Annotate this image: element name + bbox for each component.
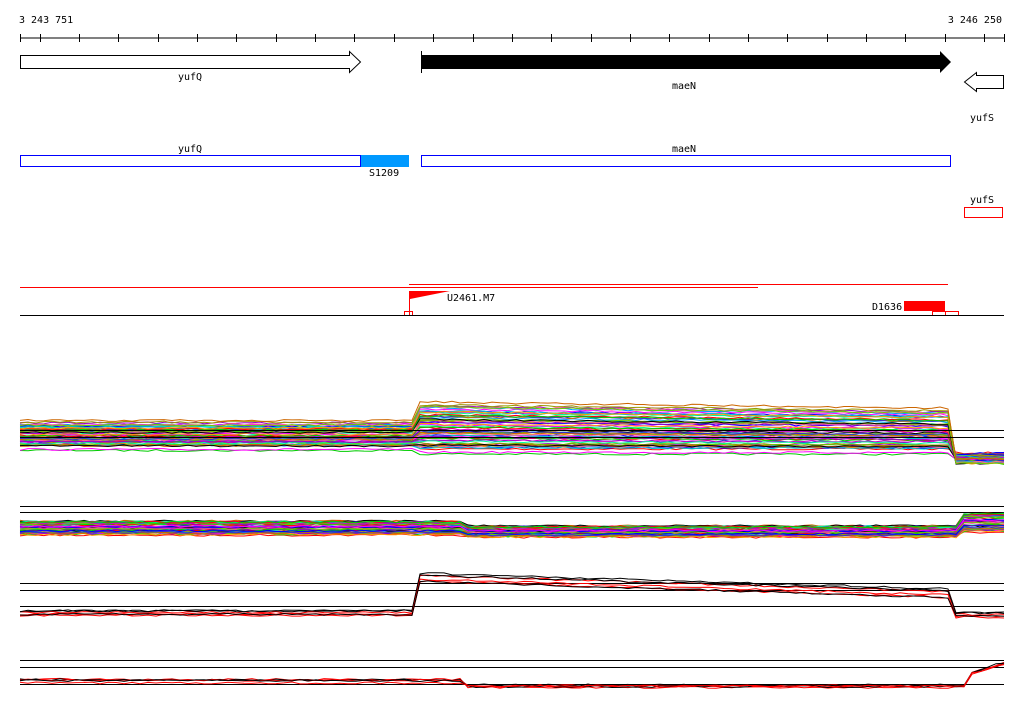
downstream-label: D1636 [872, 302, 902, 313]
terminator-box[interactable] [945, 311, 959, 316]
terminator-box[interactable] [932, 311, 946, 316]
gene-label-yufS: yufS [970, 113, 994, 124]
ruler-end-label: 3 246 250 [948, 15, 1002, 26]
downstream-box[interactable] [904, 301, 945, 311]
annotation-yufQ[interactable] [20, 155, 361, 167]
annotation-label-yufQ: yufQ [178, 144, 202, 155]
gene-yufS[interactable]: yufS [963, 71, 1004, 125]
expression-track-1 [19, 400, 1005, 465]
upstream-label: U2461.M7 [447, 293, 495, 304]
segment-S1209[interactable] [361, 155, 409, 167]
genome-browser: 3 243 751 3 246 250 yufQ maeN yufS yufQ … [19, 15, 1005, 689]
segment-label: S1209 [369, 168, 399, 179]
gene-label-maeN: maeN [672, 81, 696, 92]
annotation-yufS[interactable] [964, 207, 1003, 218]
expression-profile [19, 662, 1005, 689]
gene-yufQ[interactable]: yufQ [20, 50, 362, 84]
annotation-label-maeN: maeN [672, 144, 696, 155]
coordinate-ruler [20, 34, 1005, 42]
gene-label-yufQ: yufQ [178, 72, 202, 83]
gene-maeN[interactable]: maeN [421, 51, 951, 92]
annotation-label-yufS: yufS [970, 195, 994, 206]
expression-profile [19, 661, 1005, 688]
upstream-flag[interactable] [404, 291, 451, 316]
expression-track-3 [19, 572, 1005, 619]
annotation-maeN[interactable] [421, 155, 951, 167]
expression-track-4 [19, 660, 1005, 689]
ruler-start-label: 3 243 751 [19, 15, 73, 26]
expression-track-2 [19, 506, 1005, 539]
expression-profile [19, 448, 1005, 461]
